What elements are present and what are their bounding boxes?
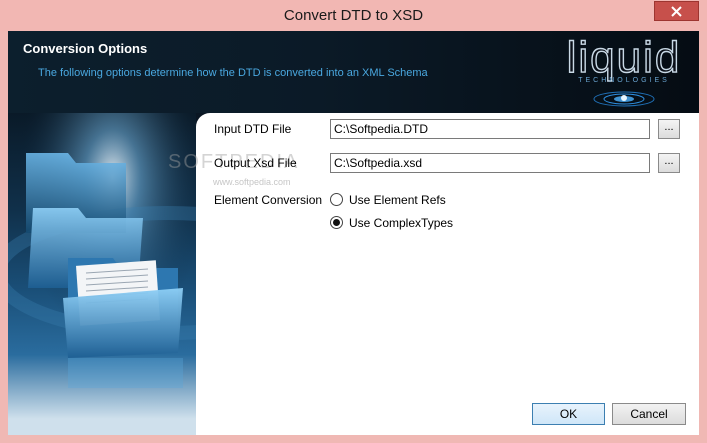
output-xsd-label: Output Xsd File bbox=[214, 156, 297, 170]
logo-subtitle: TECHNOLOGIES bbox=[578, 77, 670, 84]
logo-word: liquid bbox=[566, 33, 682, 82]
dialog-window: Convert DTD to XSD Conversion Options Th… bbox=[0, 0, 707, 443]
window-title: Convert DTD to XSD bbox=[283, 7, 424, 24]
cancel-button[interactable]: Cancel bbox=[612, 403, 686, 425]
element-conversion-label: Element Conversion bbox=[214, 193, 323, 207]
watermark-url: www.softpedia.com bbox=[213, 177, 291, 187]
dialog-client: Conversion Options The following options… bbox=[8, 31, 699, 435]
input-dtd-browse-button[interactable]: ... bbox=[658, 119, 680, 139]
input-dtd-field[interactable]: C:\Softpedia.DTD bbox=[330, 119, 650, 139]
liquid-technologies-logo: liquid TECHNOLOGIES bbox=[554, 33, 694, 111]
use-element-refs-radio[interactable] bbox=[330, 193, 343, 206]
use-complex-types-label[interactable]: Use ComplexTypes bbox=[349, 216, 453, 230]
close-button[interactable] bbox=[654, 1, 699, 21]
header-description: The following options determine how the … bbox=[38, 67, 428, 79]
header-title: Conversion Options bbox=[23, 41, 148, 56]
use-complex-types-radio[interactable] bbox=[330, 216, 343, 229]
close-icon bbox=[671, 5, 682, 17]
output-xsd-field[interactable]: C:\Softpedia.xsd bbox=[330, 153, 650, 173]
output-xsd-browse-button[interactable]: ... bbox=[658, 153, 680, 173]
use-element-refs-label[interactable]: Use Element Refs bbox=[349, 193, 446, 207]
header-banner: Conversion Options The following options… bbox=[8, 31, 699, 113]
logo-glow-icon bbox=[593, 91, 655, 107]
title-bar[interactable]: Convert DTD to XSD bbox=[0, 0, 707, 31]
input-dtd-label: Input DTD File bbox=[214, 122, 292, 136]
ok-button[interactable]: OK bbox=[532, 403, 605, 425]
